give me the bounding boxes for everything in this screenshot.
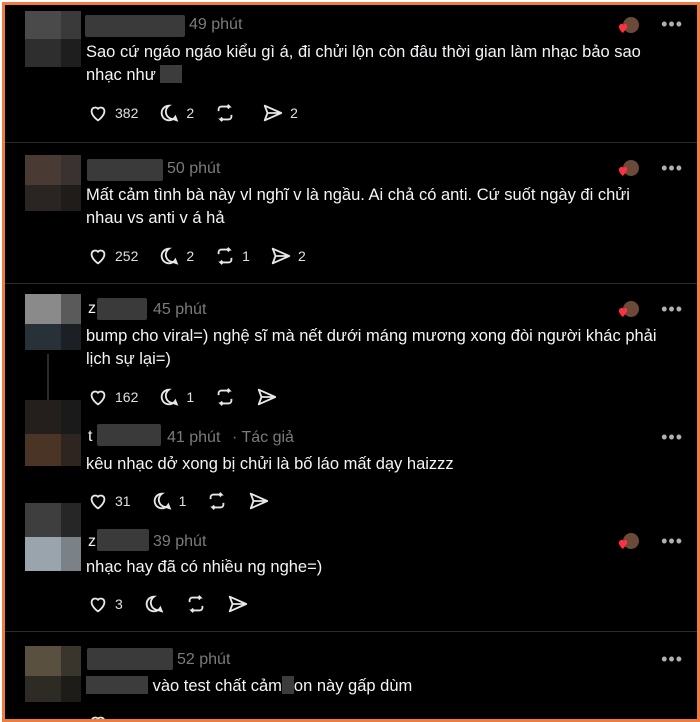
repost-icon: [217, 247, 233, 265]
reply-text: bump cho viral=) nghệ sĩ mà nết dưới mán…: [86, 327, 657, 368]
send-icon: [271, 247, 291, 265]
author-badge: · Tác giả: [232, 429, 294, 446]
more-options-icon[interactable]: •••: [661, 14, 683, 35]
action-bar: [87, 711, 129, 719]
censored-word: [281, 676, 294, 694]
share-button[interactable]: [227, 593, 249, 615]
avatar[interactable]: [25, 294, 81, 350]
username-blurred[interactable]: [87, 159, 163, 181]
comment-button[interactable]: [143, 593, 165, 615]
share-count: 2: [297, 248, 306, 264]
repost-count: 1: [242, 248, 250, 264]
reply-post: 50 phút ••• Mất cảm tình bà này vl nghĩ …: [5, 143, 697, 283]
avatar[interactable]: [25, 400, 81, 466]
reply-text-part: vào test chất cảm: [152, 677, 282, 695]
send-icon: [228, 595, 247, 613]
username-initial[interactable]: z: [88, 300, 96, 318]
liked-by-author-icon: [618, 301, 639, 317]
comment-icon: [161, 247, 179, 265]
comment-button[interactable]: 2: [158, 245, 194, 267]
like-count: 382: [115, 105, 139, 121]
heart-icon: [90, 106, 106, 122]
post-time: 49 phút: [189, 16, 243, 33]
reply-post: z 45 phút ••• bump cho viral=) nghệ sĩ m…: [5, 284, 697, 409]
username-blurred[interactable]: [97, 529, 149, 551]
more-options-icon[interactable]: •••: [661, 649, 683, 670]
share-count: 2: [290, 105, 298, 121]
send-icon: [263, 104, 283, 122]
censored-mention: [86, 676, 148, 694]
reply-post-author: t 41 phút · Tác giả ••• kêu nhạc dở xong…: [5, 400, 697, 510]
action-bar: 382 2 2: [87, 101, 318, 125]
more-options-icon[interactable]: •••: [661, 427, 683, 448]
repost-button[interactable]: [185, 593, 207, 615]
post-time: 50 phút: [167, 160, 221, 177]
share-button[interactable]: 2: [262, 102, 298, 124]
like-button[interactable]: 382: [87, 102, 138, 124]
threads-replies-panel: 49 phút ••• Sao cứ ngáo ngáo kiểu gì á, …: [2, 2, 700, 722]
post-time: 52 phút: [177, 651, 231, 668]
repost-icon: [188, 595, 204, 613]
like-count: 3: [115, 596, 123, 612]
more-options-icon[interactable]: •••: [661, 158, 683, 179]
username-blurred[interactable]: [87, 648, 173, 670]
post-time: 39 phút: [153, 533, 207, 550]
comment-icon: [145, 595, 164, 613]
heart-icon: [90, 249, 106, 265]
reply-text: Sao cứ ngáo ngáo kiểu gì á, đi chửi lộn …: [86, 43, 641, 84]
more-options-icon[interactable]: •••: [661, 299, 683, 320]
avatar[interactable]: [25, 503, 81, 571]
action-bar: 3: [87, 592, 269, 616]
comment-count: 2: [186, 248, 195, 264]
heart-icon: [90, 597, 106, 613]
reply-text: kêu nhạc dở xong bị chửi là bố láo mất d…: [86, 455, 454, 473]
like-button[interactable]: 252: [87, 245, 138, 267]
avatar[interactable]: [25, 646, 81, 702]
avatar[interactable]: [25, 11, 81, 67]
reply-text: nhạc hay đã có nhiều ng nghe=): [86, 558, 323, 576]
reply-post: z 39 phút ••• nhạc hay đã có nhiều ng ng…: [5, 503, 697, 631]
comment-count: 2: [186, 105, 195, 121]
reply-text-part: on này gấp dùm: [293, 677, 413, 695]
repost-button[interactable]: [214, 102, 242, 124]
username-blurred[interactable]: [97, 298, 147, 320]
like-button[interactable]: 3: [87, 593, 123, 615]
liked-by-author-icon: [618, 160, 639, 176]
avatar[interactable]: [25, 155, 81, 211]
liked-by-author-icon: [618, 17, 639, 33]
username-blurred[interactable]: [97, 424, 161, 446]
like-button[interactable]: [87, 712, 109, 719]
post-time: 41 phút: [167, 429, 221, 446]
repost-icon: [217, 104, 233, 122]
censored-word: [160, 65, 183, 83]
reply-post: 49 phút ••• Sao cứ ngáo ngáo kiểu gì á, …: [5, 5, 697, 142]
reply-text: vào test chất cảm on này gấp dùm: [86, 675, 666, 698]
username-blurred[interactable]: [85, 15, 185, 37]
reply-post: 52 phút ••• vào test chất cảm on này gấp …: [5, 632, 697, 719]
share-button[interactable]: 2: [270, 245, 306, 267]
action-bar: 252 2 1 2: [87, 244, 326, 268]
comment-icon: [161, 104, 179, 122]
comment-button[interactable]: 2: [158, 102, 194, 124]
like-count: 252: [115, 248, 139, 264]
more-options-icon[interactable]: •••: [661, 531, 683, 552]
username-initial[interactable]: t: [88, 428, 92, 446]
username-initial[interactable]: z: [88, 533, 96, 551]
reply-text: Mất cảm tình bà này vl nghĩ v là ngầu. A…: [86, 186, 630, 227]
liked-by-author-icon: [618, 533, 639, 549]
repost-button[interactable]: 1: [214, 245, 250, 267]
heart-icon: [91, 716, 105, 719]
post-time: 45 phút: [153, 301, 207, 318]
